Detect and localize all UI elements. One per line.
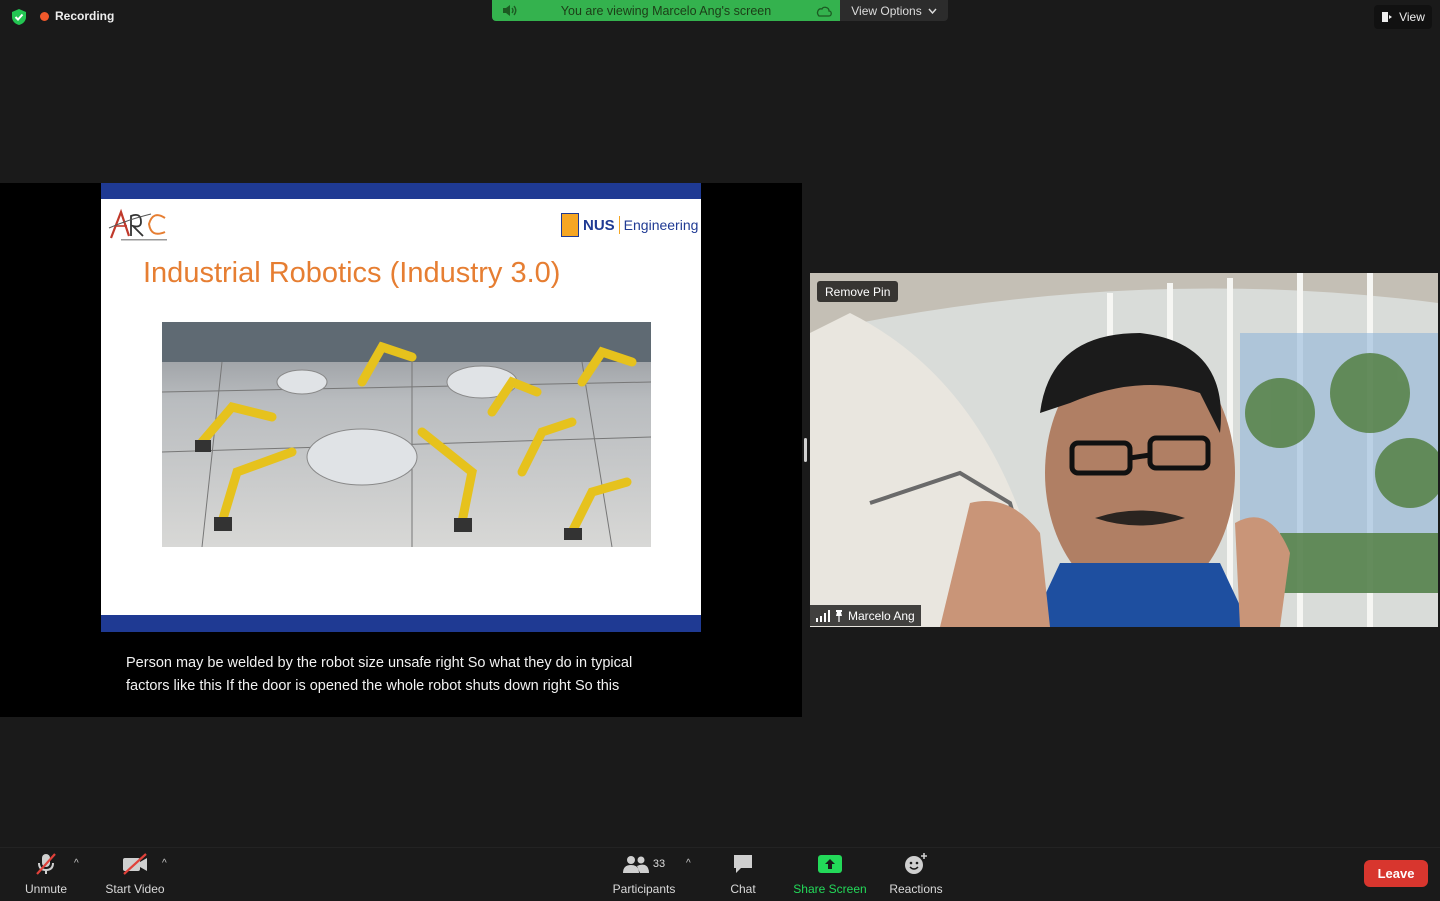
recording-indicator[interactable]: Recording [40, 9, 114, 23]
participants-icon [622, 856, 649, 873]
unmute-button[interactable]: Unmute [22, 852, 70, 896]
start-video-button[interactable]: Start Video [100, 852, 170, 896]
security-shield-icon[interactable] [10, 8, 28, 26]
nus-crest-icon [561, 213, 579, 237]
chat-button[interactable]: Chat [722, 852, 764, 896]
screen-share-banner: You are viewing Marcelo Ang's screen [492, 0, 840, 21]
logo-separator [618, 216, 620, 234]
participant-name-tag: Marcelo Ang [810, 605, 921, 626]
view-label: View [1399, 10, 1425, 24]
chat-label: Chat [730, 882, 756, 896]
slide-title: Industrial Robotics (Industry 3.0) [143, 257, 561, 289]
video-off-icon [123, 853, 147, 875]
chat-icon [734, 855, 752, 873]
video-options-caret-icon[interactable]: ^ [162, 858, 167, 869]
banner-text: You are viewing Marcelo Ang's screen [560, 3, 772, 18]
recording-dot-icon [40, 11, 49, 21]
caption-line-2: factors like this If the door is opened … [126, 678, 620, 694]
chevron-down-icon [928, 8, 937, 14]
closed-caption: Person may be welded by the robot size u… [126, 652, 746, 698]
view-options-label: View Options [851, 3, 922, 18]
share-screen-button[interactable]: Share Screen [790, 852, 870, 896]
leave-label: Leave [1377, 866, 1415, 881]
presentation-slide: NUS Engineering Industrial Robotics (Ind… [101, 183, 701, 632]
participants-button[interactable]: 33 Participants [606, 852, 682, 896]
slide-top-bar [101, 183, 701, 199]
participants-count: 33 [652, 858, 666, 870]
arc-logo [108, 208, 167, 241]
factory-robots-photo [162, 322, 651, 547]
participant-name: Marcelo Ang [848, 608, 915, 623]
share-screen-label: Share Screen [793, 882, 867, 896]
audio-options-caret-icon[interactable]: ^ [74, 858, 79, 869]
view-icon [1382, 12, 1393, 22]
caption-line-1: Person may be welded by the robot size u… [126, 655, 633, 671]
slide-bottom-bar [101, 615, 701, 632]
reactions-button[interactable]: Reactions [884, 852, 948, 896]
participant-video-tile[interactable] [810, 273, 1438, 627]
speaker-icon[interactable] [502, 4, 518, 17]
reactions-label: Reactions [889, 882, 943, 896]
remove-pin-label: Remove Pin [825, 284, 891, 299]
recording-label: Recording [55, 9, 115, 23]
meeting-toolbar [0, 847, 1440, 901]
mic-muted-icon [36, 853, 56, 875]
share-screen-icon [818, 855, 842, 873]
view-button[interactable]: View [1374, 5, 1432, 29]
unmute-label: Unmute [24, 882, 68, 896]
leave-button[interactable]: Leave [1364, 860, 1428, 887]
reactions-icon [905, 853, 927, 874]
signal-icon [816, 609, 830, 622]
remove-pin-button[interactable]: Remove Pin [817, 281, 899, 302]
logo-org: NUS [583, 216, 615, 234]
logo-dept: Engineering [623, 217, 699, 233]
participants-label: Participants [612, 882, 676, 896]
start-video-label: Start Video [105, 882, 165, 896]
split-view-resize-handle[interactable] [804, 438, 807, 462]
pin-icon [836, 609, 842, 622]
participants-options-caret-icon[interactable]: ^ [686, 858, 691, 869]
nus-engineering-logo: NUS Engineering [561, 211, 699, 239]
view-options-dropdown[interactable]: View Options [840, 0, 948, 21]
cloud-icon [816, 6, 832, 17]
